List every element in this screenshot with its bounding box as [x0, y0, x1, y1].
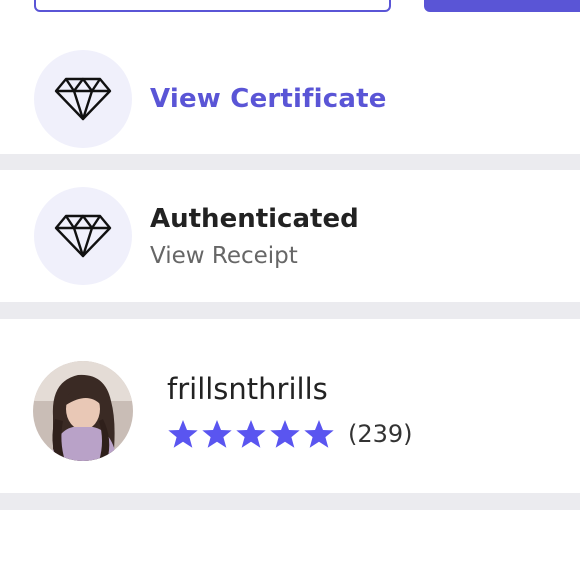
- listing-detail-page: View Certificate Authenticated View Rece…: [0, 0, 580, 580]
- certificate-icon-circle: [34, 50, 132, 148]
- primary-button[interactable]: [424, 0, 580, 12]
- section-divider: [0, 302, 580, 319]
- section-divider: [0, 493, 580, 510]
- authenticated-title: Authenticated: [150, 204, 359, 234]
- review-count[interactable]: (239): [348, 420, 413, 448]
- seller-rating-stars: [167, 418, 335, 450]
- seller-username[interactable]: frillsnthrills: [167, 372, 328, 406]
- diamond-icon: [54, 214, 112, 258]
- avatar-photo: [33, 361, 133, 461]
- star-icon: [236, 420, 266, 448]
- section-divider: [0, 154, 580, 170]
- star-icon: [202, 420, 232, 448]
- view-certificate-link[interactable]: View Certificate: [150, 84, 387, 114]
- view-receipt-link[interactable]: View Receipt: [150, 243, 298, 269]
- star-icon: [270, 420, 300, 448]
- star-icon: [304, 420, 334, 448]
- authentication-section[interactable]: Authenticated View Receipt: [0, 170, 580, 302]
- authentication-icon-circle: [34, 187, 132, 285]
- outline-button[interactable]: [34, 0, 391, 12]
- diamond-icon: [54, 77, 112, 121]
- star-icon: [168, 420, 198, 448]
- certificate-section[interactable]: View Certificate: [0, 40, 580, 154]
- seller-avatar[interactable]: [33, 361, 133, 461]
